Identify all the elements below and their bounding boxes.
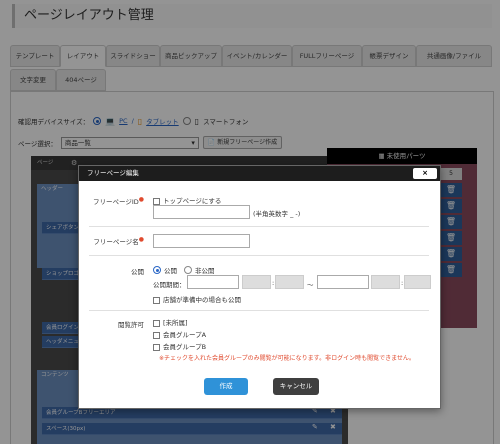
group-option: 会員グループA <box>153 329 206 339</box>
time-colon: : <box>401 279 404 287</box>
group-label: 会員グループB <box>163 343 207 351</box>
group-checkbox[interactable] <box>153 319 160 327</box>
modal-title: フリーページ編集 <box>87 169 139 177</box>
private-option-label: 非公開 <box>195 267 215 275</box>
publish-radio[interactable] <box>153 266 161 274</box>
period-end-minute[interactable] <box>404 275 431 289</box>
free-page-name-label: フリーページ名● <box>89 236 144 246</box>
create-button[interactable]: 作成 <box>204 378 248 395</box>
period-end-date[interactable] <box>317 275 369 289</box>
group-option: [未所属] <box>153 317 188 327</box>
prep-publish-label: 店舗が準備中の場合も公開 <box>163 296 241 304</box>
close-button[interactable]: × <box>413 168 437 179</box>
publish-label: 公開 <box>131 268 144 276</box>
group-checkbox[interactable] <box>153 343 160 351</box>
free-page-id-label: フリーページID● <box>89 196 144 206</box>
free-page-id-hint: (半角英数字 _ -) <box>253 210 301 218</box>
top-page-label: トップページにする <box>163 197 222 205</box>
view-permission-label: 閲覧許可 <box>118 321 144 329</box>
top-page-checkbox[interactable] <box>153 197 160 205</box>
divider <box>89 255 429 256</box>
permission-note: ※チェックを入れた会員グループのみ閲覧が可能になります。非ログイン時も閲覧できま… <box>159 355 415 362</box>
modal-header: フリーページ編集 × <box>79 166 440 181</box>
divider <box>89 310 429 311</box>
time-colon: : <box>272 279 275 287</box>
publish-period-label: 公開期間： <box>153 281 186 289</box>
period-start-minute[interactable] <box>275 275 304 289</box>
free-page-id-input[interactable] <box>153 205 250 219</box>
free-page-name-input[interactable] <box>153 234 250 248</box>
private-radio[interactable] <box>184 266 192 274</box>
free-page-id-text: フリーページID <box>92 198 139 207</box>
group-option: 会員グループB <box>153 341 206 351</box>
period-tilde: 〜 <box>307 281 314 289</box>
publish-options: 公開 非公開 <box>153 265 215 275</box>
group-label: 会員グループA <box>163 331 207 339</box>
publish-option-label: 公開 <box>164 267 177 275</box>
prep-publish-option: 店舗が準備中の場合も公開 <box>153 294 241 304</box>
free-page-name-text: フリーページ名 <box>93 238 139 247</box>
required-mark: ● <box>138 196 144 203</box>
free-page-edit-modal: フリーページ編集 × フリーページID● トップページにする (半角英数字 _ … <box>78 165 441 409</box>
period-start-hour[interactable] <box>242 275 271 289</box>
period-start-date[interactable] <box>187 275 239 289</box>
period-end-hour[interactable] <box>371 275 400 289</box>
group-label: [未所属] <box>163 319 188 327</box>
cancel-button[interactable]: キャンセル <box>273 378 319 395</box>
top-page-option: トップページにする <box>153 195 221 205</box>
prep-publish-checkbox[interactable] <box>153 296 160 304</box>
required-mark: ● <box>138 236 144 243</box>
group-checkbox[interactable] <box>153 331 160 339</box>
divider <box>89 226 429 227</box>
